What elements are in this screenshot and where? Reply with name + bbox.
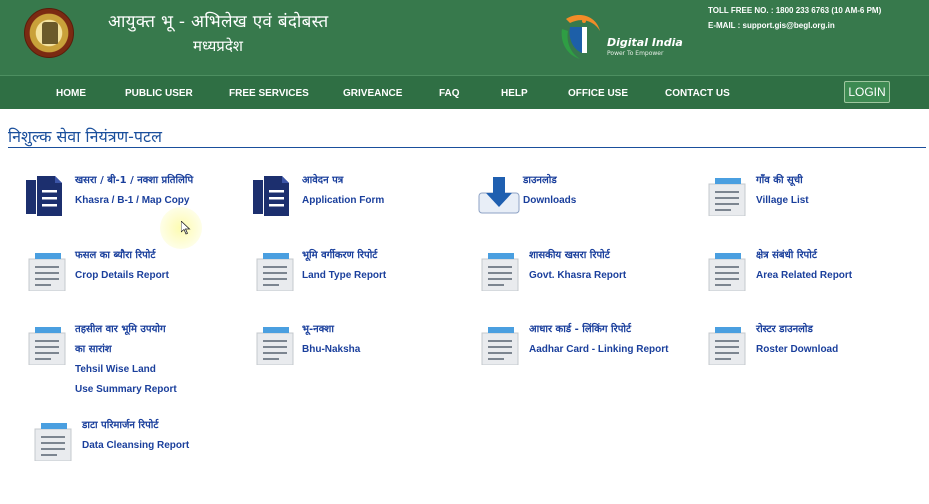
service-label-hi: डाउनलोड <box>523 175 557 186</box>
main-nav: HOME PUBLIC USER FREE SERVICES GRIVEANCE… <box>0 75 929 109</box>
mp-emblem-icon <box>24 8 74 58</box>
page: आयुक्त भू - अभिलेख एवं बंदोबस्त मध्यप्रद… <box>0 0 929 504</box>
nav-grievance[interactable]: GRIVEANCE <box>343 88 402 99</box>
service-label-en: Govt. Khasra Report <box>529 270 627 281</box>
digital-india-logo-icon <box>561 15 600 59</box>
service-label-hi: भू-नक्शा <box>302 324 334 335</box>
service-label-hi: डाटा परिमार्जन रिपोर्ट <box>82 420 159 431</box>
nav-faq[interactable]: FAQ <box>439 88 460 99</box>
service-label-en: Tehsil Wise Land <box>75 364 156 375</box>
digital-india-tagline: Power To Empower <box>607 50 664 57</box>
digital-india-text: Digital India <box>607 36 683 49</box>
toll-free-number: TOLL FREE NO. : 1800 233 6763 (10 AM-6 P… <box>708 6 882 15</box>
service-label-en: Area Related Report <box>756 270 853 281</box>
mouse-cursor-icon <box>181 221 191 235</box>
report-icon[interactable] <box>255 251 295 291</box>
service-label-en: Application Form <box>302 195 385 206</box>
nav-home[interactable]: HOME <box>56 88 86 99</box>
service-khasra-copy[interactable]: खसरा / बी-1 / नक्शा प्रतिलिपि Khasra / B… <box>75 171 193 211</box>
department-title: आयुक्त भू - अभिलेख एवं बंदोबस्त <box>108 12 329 32</box>
service-label-en: Aadhar Card - Linking Report <box>529 344 669 355</box>
service-label-hi: आवेदन पत्र <box>302 175 344 186</box>
service-label-hi: क्षेत्र संबंधी रिपोर्ट <box>756 250 817 261</box>
service-label-en: Roster Download <box>756 344 839 355</box>
report-icon[interactable] <box>707 176 747 216</box>
header-banner: आयुक्त भू - अभिलेख एवं बंदोबस्त मध्यप्रद… <box>0 0 929 75</box>
service-land-type[interactable]: भूमि वर्गीकरण रिपोर्ट Land Type Report <box>302 246 386 286</box>
service-data-cleansing[interactable]: डाटा परिमार्जन रिपोर्ट Data Cleansing Re… <box>82 416 189 456</box>
service-label-en: Downloads <box>523 195 577 206</box>
service-tehsil-land-use[interactable]: तहसील वार भूमि उपयोग का सारांश Tehsil Wi… <box>75 320 177 400</box>
service-crop-details[interactable]: फसल का ब्यौरा रिपोर्ट Crop Details Repor… <box>75 246 169 286</box>
nav-help[interactable]: HELP <box>501 88 528 99</box>
report-icon[interactable] <box>707 251 747 291</box>
document-copy-icon[interactable] <box>252 174 290 218</box>
service-govt-khasra[interactable]: शासकीय खसरा रिपोर्ट Govt. Khasra Report <box>529 246 626 286</box>
nav-office-use[interactable]: OFFICE USE <box>568 88 628 99</box>
nav-public-user[interactable]: PUBLIC USER <box>125 88 193 99</box>
service-bhu-naksha[interactable]: भू-नक्शा Bhu-Naksha <box>302 320 360 360</box>
service-label-hi: भूमि वर्गीकरण रिपोर्ट <box>302 250 378 261</box>
title-divider <box>8 147 926 148</box>
download-icon[interactable] <box>478 175 520 215</box>
service-label-en-line2: Use Summary Report <box>75 384 177 395</box>
service-downloads[interactable]: डाउनलोड Downloads <box>523 171 576 211</box>
report-icon[interactable] <box>27 251 67 291</box>
report-icon[interactable] <box>480 325 520 365</box>
service-label-hi: गाँव की सूची <box>756 175 803 186</box>
service-label-hi: खसरा / बी-1 / नक्शा प्रतिलिपि <box>75 175 194 186</box>
service-label-hi: आधार कार्ड - लिंकिंग रिपोर्ट <box>529 324 632 335</box>
login-button[interactable]: LOGIN <box>844 81 890 103</box>
service-roster-download[interactable]: रोस्टर डाउनलोड Roster Download <box>756 320 838 360</box>
report-icon[interactable] <box>480 251 520 291</box>
document-copy-icon[interactable] <box>25 174 63 218</box>
service-label-en: Bhu-Naksha <box>302 344 361 355</box>
service-label-en: Land Type Report <box>302 270 387 281</box>
service-label-hi-line2: का सारांश <box>75 344 112 355</box>
report-icon[interactable] <box>33 421 73 461</box>
support-email[interactable]: E-MAIL : support.gis@begl.org.in <box>708 21 835 30</box>
service-label-en: Data Cleansing Report <box>82 440 190 451</box>
service-village-list[interactable]: गाँव की सूची Village List <box>756 171 809 211</box>
service-label-en: Crop Details Report <box>75 270 169 281</box>
page-title: निशुल्क सेवा नियंत्रण-पटल <box>8 127 162 146</box>
nav-contact-us[interactable]: CONTACT US <box>665 88 730 99</box>
nav-free-services[interactable]: FREE SERVICES <box>229 88 309 99</box>
service-label-hi: तहसील वार भूमि उपयोग <box>75 324 166 335</box>
service-application-form[interactable]: आवेदन पत्र Application Form <box>302 171 384 211</box>
service-area-related[interactable]: क्षेत्र संबंधी रिपोर्ट Area Related Repo… <box>756 246 852 286</box>
report-icon[interactable] <box>707 325 747 365</box>
service-label-en: Village List <box>756 195 809 206</box>
service-label-hi: शासकीय खसरा रिपोर्ट <box>529 250 610 261</box>
service-label-hi: फसल का ब्यौरा रिपोर्ट <box>75 250 156 261</box>
report-icon[interactable] <box>255 325 295 365</box>
service-aadhar-linking[interactable]: आधार कार्ड - लिंकिंग रिपोर्ट Aadhar Card… <box>529 320 668 360</box>
state-title: मध्यप्रदेश <box>193 37 244 55</box>
service-label-hi: रोस्टर डाउनलोड <box>756 324 813 335</box>
report-icon[interactable] <box>27 325 67 365</box>
